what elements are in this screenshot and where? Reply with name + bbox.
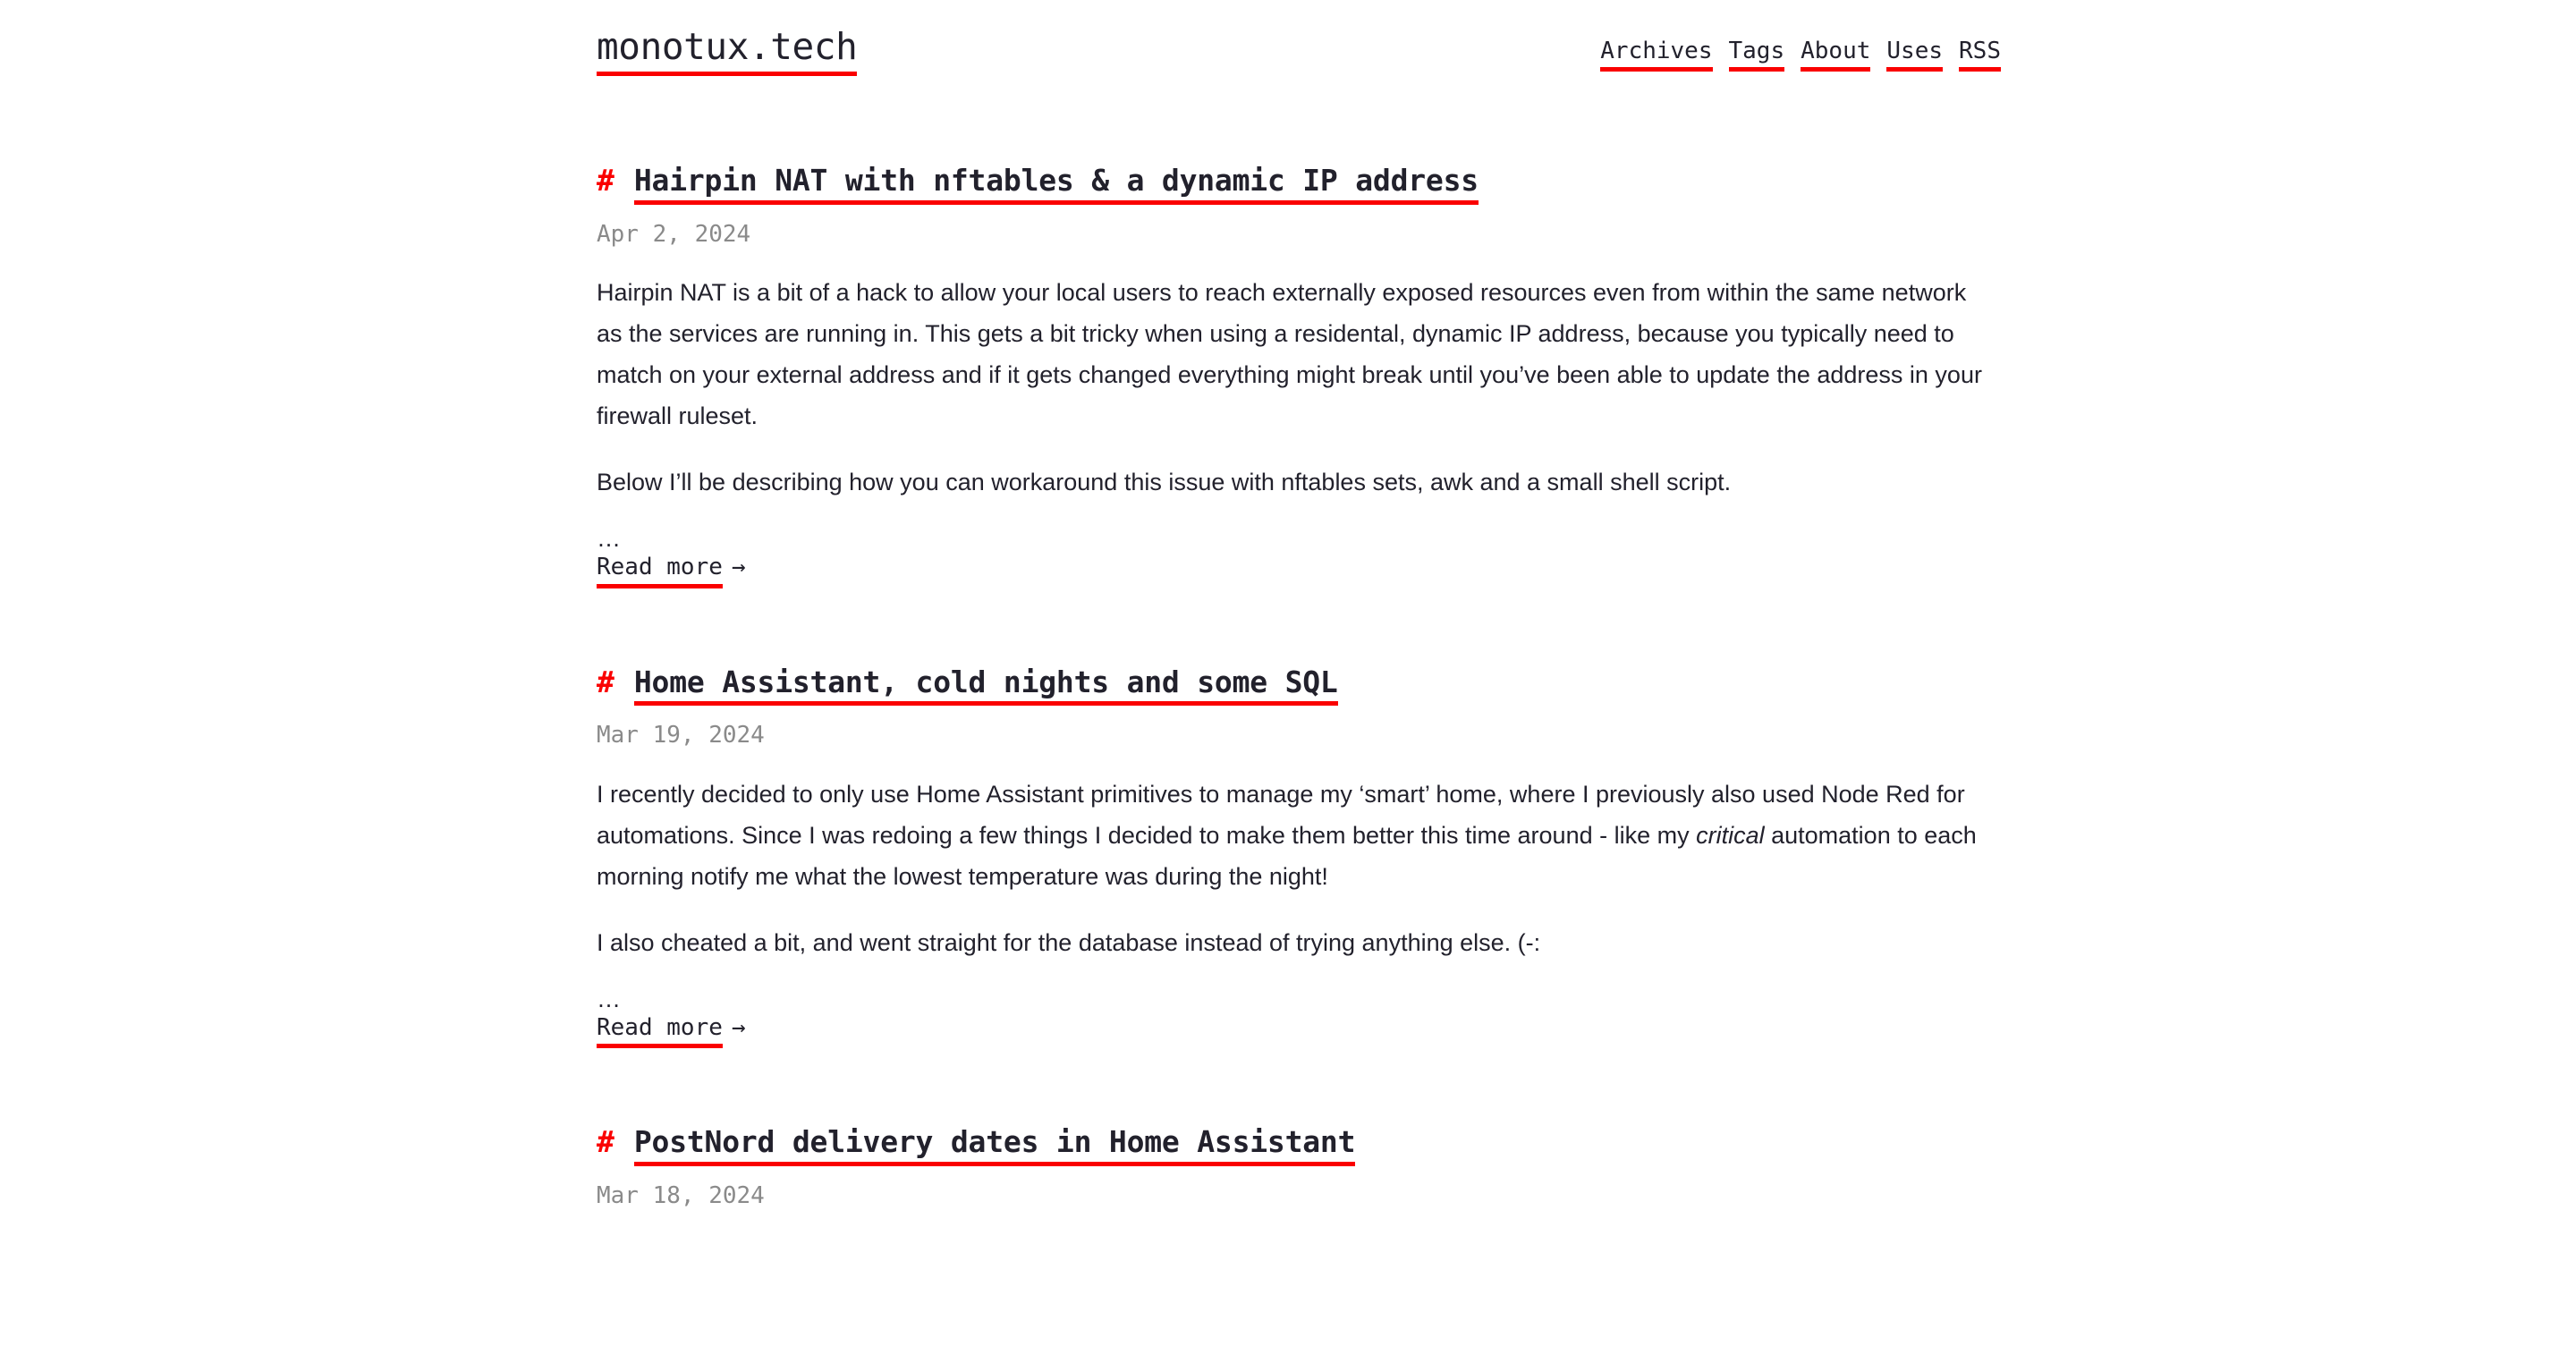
nav-item-uses[interactable]: Uses bbox=[1886, 38, 1944, 72]
paragraph-emphasis: critical bbox=[1696, 821, 1765, 849]
post-title-link[interactable]: Home Assistant, cold nights and some SQL bbox=[633, 665, 1338, 707]
site-header: monotux.tech Archives Tags About Uses RS… bbox=[597, 26, 2001, 76]
post-item: # Home Assistant, cold nights and some S… bbox=[597, 665, 2001, 1049]
post-date: Mar 19, 2024 bbox=[597, 722, 765, 749]
nav-item-archives[interactable]: Archives bbox=[1600, 38, 1713, 72]
hash-icon: # bbox=[597, 162, 614, 198]
post-title-link[interactable]: Hairpin NAT with nftables & a dynamic IP… bbox=[633, 163, 1479, 205]
site-nav: Archives Tags About Uses RSS bbox=[1600, 38, 2001, 76]
arrow-right-icon: → bbox=[731, 554, 746, 581]
read-more-link[interactable]: Read more → bbox=[597, 1013, 746, 1049]
post-summary: I recently decided to only use Home Assi… bbox=[597, 774, 2001, 963]
nav-item-about[interactable]: About bbox=[1801, 38, 1871, 72]
post-paragraph: Hairpin NAT is a bit of a hack to allow … bbox=[597, 279, 1982, 430]
arrow-right-icon: → bbox=[731, 1013, 746, 1041]
post-date: Mar 18, 2024 bbox=[597, 1182, 765, 1210]
read-more-label: Read more bbox=[597, 553, 723, 588]
read-more-label: Read more bbox=[597, 1013, 723, 1049]
post-summary: Hairpin NAT is a bit of a hack to allow … bbox=[597, 272, 2001, 503]
read-more-link[interactable]: Read more → bbox=[597, 553, 746, 588]
nav-item-rss[interactable]: RSS bbox=[1959, 38, 2001, 72]
post-title-row: # PostNord delivery dates in Home Assist… bbox=[597, 1124, 2001, 1167]
hash-icon: # bbox=[597, 664, 614, 699]
post-item: # PostNord delivery dates in Home Assist… bbox=[597, 1125, 2001, 1210]
content-wrapper: monotux.tech Archives Tags About Uses RS… bbox=[597, 0, 2001, 1210]
post-paragraph: I recently decided to only use Home Assi… bbox=[597, 774, 1992, 897]
post-title-link[interactable]: PostNord delivery dates in Home Assistan… bbox=[633, 1125, 1355, 1167]
hash-icon: # bbox=[597, 1124, 614, 1160]
post-paragraph: I also cheated a bit, and went straight … bbox=[597, 928, 1541, 956]
post-date: Apr 2, 2024 bbox=[597, 220, 751, 248]
truncation-ellipsis: … bbox=[597, 985, 621, 1012]
site-title-link[interactable]: monotux.tech bbox=[597, 26, 858, 76]
post-item: # Hairpin NAT with nftables & a dynamic … bbox=[597, 162, 2001, 588]
post-paragraph: Below I’ll be describing how you can wor… bbox=[597, 469, 1732, 496]
truncation-ellipsis: … bbox=[597, 525, 621, 553]
post-title-row: # Home Assistant, cold nights and some S… bbox=[597, 665, 2001, 707]
page-root: monotux.tech Archives Tags About Uses RS… bbox=[0, 0, 2576, 1363]
post-title-row: # Hairpin NAT with nftables & a dynamic … bbox=[597, 162, 2001, 205]
nav-item-tags[interactable]: Tags bbox=[1728, 38, 1785, 72]
